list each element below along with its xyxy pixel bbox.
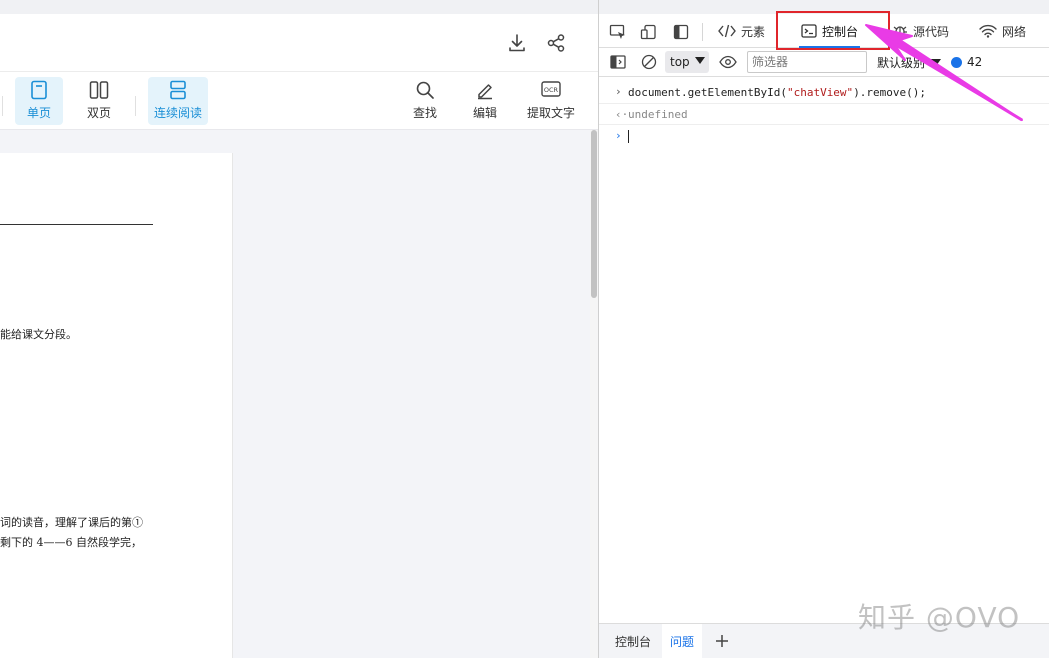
pdf-viewer: 单页 双页 连续阅读 查找 编辑 OCR 提取文字 能给课文分段。 词的读音，理… — [0, 0, 598, 658]
continuous-reading-button[interactable]: 连续阅读 — [148, 77, 208, 125]
devtools-panel: 元素 控制台 源代码 网络 top 筛选器 默认级别 42 › document… — [598, 0, 1049, 658]
console-input-code: document.getElementById("chatView").remo… — [628, 86, 926, 99]
inspect-element-icon[interactable] — [607, 21, 629, 43]
viewer-toolbar: 单页 双页 连续阅读 查找 编辑 OCR 提取文字 — [0, 72, 598, 130]
bug-icon — [892, 23, 908, 39]
toolbar-divider — [2, 96, 3, 116]
edit-label: 编辑 — [472, 106, 497, 120]
find-button[interactable]: 查找 — [405, 77, 445, 125]
context-selector[interactable]: top — [665, 51, 709, 73]
tab-console[interactable]: 控制台 — [799, 14, 861, 48]
screen: 单页 双页 连续阅读 查找 编辑 OCR 提取文字 能给课文分段。 词的读音，理… — [0, 0, 1049, 658]
page-text-line: 词的读音，理解了课后的第① — [0, 516, 143, 529]
viewer-header — [0, 14, 598, 72]
log-level-value: 默认级别 — [877, 55, 926, 70]
wifi-icon — [979, 24, 997, 38]
console-icon — [801, 24, 817, 38]
pencil-icon — [475, 77, 495, 103]
chevron-down-icon — [695, 57, 705, 64]
viewer-scrollbar[interactable] — [590, 130, 598, 658]
code-segment: ).remove(); — [853, 85, 927, 99]
find-label: 查找 — [412, 106, 437, 120]
code-string-literal: "chatView" — [786, 85, 854, 99]
filter-input[interactable] — [747, 51, 867, 73]
single-page-icon — [30, 77, 48, 103]
ocr-label: 提取文字 — [526, 106, 575, 120]
toolbar-divider — [135, 96, 136, 116]
watermark: 知乎 @OVO — [858, 601, 1021, 634]
issues-counter[interactable]: 42 — [951, 51, 982, 73]
tab-elements-label: 元素 — [741, 24, 766, 39]
tab-console-label: 控制台 — [822, 24, 859, 39]
console-prompt-line[interactable]: › — [599, 125, 1049, 147]
continuous-reading-label: 连续阅读 — [153, 106, 202, 120]
console-output[interactable]: › document.getElementById("chatView").re… — [599, 77, 1049, 623]
ocr-button[interactable]: OCR 提取文字 — [525, 77, 577, 125]
tab-network-label: 网络 — [1002, 24, 1027, 39]
search-icon — [415, 77, 435, 103]
continuous-reading-icon — [168, 77, 188, 103]
console-output-value: undefined — [628, 107, 688, 121]
tab-elements[interactable]: 元素 — [718, 14, 765, 48]
add-tab-button[interactable] — [711, 630, 733, 652]
live-expression-eye-icon[interactable] — [717, 51, 739, 73]
issues-count-value: 42 — [967, 55, 983, 69]
log-level-selector[interactable]: 默认级别 — [877, 51, 942, 73]
chevron-down-icon — [931, 58, 942, 66]
page-text-line: 能给课文分段。 — [0, 328, 77, 341]
double-page-button[interactable]: 双页 — [75, 77, 123, 125]
double-page-label: 双页 — [86, 106, 111, 120]
context-selector-value: top — [670, 55, 690, 69]
single-page-label: 单页 — [26, 106, 51, 120]
drawer-tab-issues[interactable]: 问题 — [662, 624, 703, 658]
edit-button[interactable]: 编辑 — [465, 77, 505, 125]
document-page: 能给课文分段。 词的读音，理解了课后的第① 剩下的 4——6 自然段学完， — [0, 153, 233, 658]
tab-sources-label: 源代码 — [913, 24, 950, 39]
output-return-icon: ‹· — [615, 108, 629, 121]
toggle-sidebar-icon[interactable] — [607, 51, 629, 73]
input-prompt-icon: › — [615, 85, 622, 98]
devtools-top-strip — [599, 0, 1049, 14]
code-segment: document.getElementById( — [628, 85, 787, 99]
download-icon[interactable] — [505, 31, 529, 55]
message-icon — [951, 56, 962, 68]
ocr-icon: OCR — [540, 77, 562, 103]
ocr-badge-text: OCR — [544, 86, 559, 94]
viewer-top-strip — [0, 0, 598, 14]
dock-sidebar-icon[interactable] — [670, 21, 692, 43]
scrollbar-thumb[interactable] — [591, 130, 597, 298]
tab-network[interactable]: 网络 — [979, 14, 1026, 48]
text-caret — [628, 129, 629, 143]
console-toolbar: top 默认级别 42 — [599, 48, 1049, 77]
prompt-chevron-icon: › — [615, 129, 622, 142]
plus-icon — [716, 635, 728, 647]
tab-sources[interactable]: 源代码 — [892, 14, 949, 48]
single-page-button[interactable]: 单页 — [15, 77, 63, 125]
page-text-line: 剩下的 4——6 自然段学完， — [0, 536, 142, 549]
device-emulation-icon[interactable] — [638, 21, 660, 43]
share-icon[interactable] — [544, 31, 568, 55]
devtools-tab-bar: 元素 控制台 源代码 网络 — [599, 14, 1049, 48]
code-brackets-icon — [718, 24, 736, 38]
clear-console-icon[interactable] — [638, 51, 660, 73]
drawer-tab-console[interactable]: 控制台 — [607, 624, 659, 658]
page-underline-rule — [0, 224, 153, 225]
double-page-icon — [89, 77, 109, 103]
console-input-line: › document.getElementById("chatView").re… — [599, 81, 1049, 103]
console-output-line: ‹· undefined — [599, 103, 1049, 125]
tab-divider — [702, 23, 703, 41]
